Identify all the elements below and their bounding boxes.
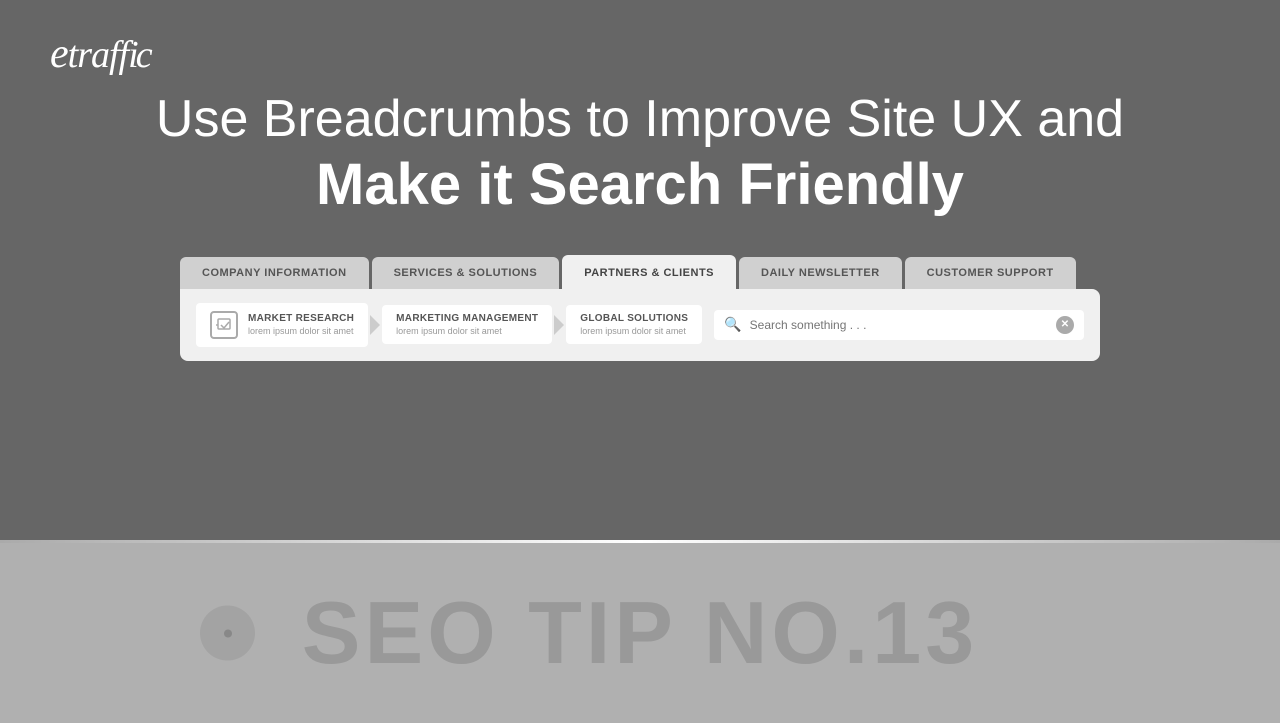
breadcrumb-item-3[interactable]: GLOBAL SOLUTIONS lorem ipsum dolor sit a…: [566, 305, 702, 344]
headline-line1: Use Breadcrumbs to Improve Site UX and: [50, 88, 1230, 150]
breadcrumb-title-1: MARKET RESEARCH: [248, 313, 354, 324]
nav-tabs-container: COMPANY INFORMATION SERVICES & SOLUTIONS…: [180, 255, 1100, 289]
breadcrumb-sub-1: lorem ipsum dolor sit amet: [248, 326, 354, 336]
tab-services[interactable]: SERVICES & SOLUTIONS: [372, 257, 560, 289]
top-section: etraffic Use Breadcrumbs to Improve Site…: [0, 0, 1280, 540]
headline-area: Use Breadcrumbs to Improve Site UX and M…: [50, 88, 1230, 220]
logo-text: etraffic: [50, 30, 152, 78]
breadcrumb-sub-3: lorem ipsum dolor sit amet: [580, 326, 688, 336]
circle-inner: [224, 629, 232, 637]
tab-partners[interactable]: PARTNERS & CLIENTS: [562, 255, 736, 289]
tab-company[interactable]: COMPANY INFORMATION: [180, 257, 369, 289]
breadcrumb-item-2[interactable]: MARKETING MANAGEMENT lorem ipsum dolor s…: [382, 305, 552, 344]
search-input[interactable]: [750, 318, 1056, 332]
tab-support[interactable]: CUSTOMER SUPPORT: [905, 257, 1076, 289]
bottom-section: SEO TIP NO.13: [0, 543, 1280, 723]
circle-decoration: [200, 606, 255, 661]
search-clear-button[interactable]: ✕: [1056, 316, 1074, 334]
breadcrumb-sub-2: lorem ipsum dolor sit amet: [396, 326, 538, 336]
breadcrumb-arrow-2: [554, 315, 564, 335]
seo-tip-text: SEO TIP NO.13: [302, 582, 978, 684]
headline-line2: Make it Search Friendly: [50, 150, 1230, 220]
search-container: 🔍 ✕: [714, 310, 1084, 340]
breadcrumb-icon-1: [210, 311, 238, 339]
search-icon: 🔍: [724, 316, 741, 333]
tab-newsletter[interactable]: DAILY NEWSLETTER: [739, 257, 902, 289]
breadcrumb-arrow-1: [370, 315, 380, 335]
breadcrumb-bar: MARKET RESEARCH lorem ipsum dolor sit am…: [180, 289, 1100, 361]
breadcrumb-title-3: GLOBAL SOLUTIONS: [580, 313, 688, 324]
breadcrumb-item-1[interactable]: MARKET RESEARCH lorem ipsum dolor sit am…: [196, 303, 368, 347]
breadcrumb-title-2: MARKETING MANAGEMENT: [396, 313, 538, 324]
logo: etraffic: [50, 30, 152, 78]
